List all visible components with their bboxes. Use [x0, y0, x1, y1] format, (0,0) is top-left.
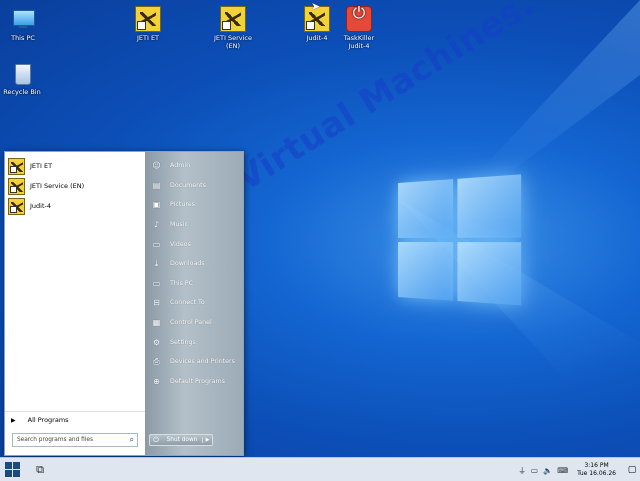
start-item-videos[interactable]: ▭ Videos [145, 234, 243, 254]
start-item-label: Devices and Printers [170, 358, 235, 366]
windows-logo-wallpaper [398, 174, 524, 308]
windows-logo-icon [5, 462, 12, 469]
start-item-control-panel[interactable]: ▦ Control Panel [145, 313, 243, 333]
control-panel-icon: ▦ [152, 318, 161, 328]
pictures-icon: ▣ [152, 200, 161, 210]
desktop-icon-label: TaskKiller Judit-4 [343, 34, 375, 50]
chevron-right-icon[interactable]: ▶ [202, 437, 212, 443]
desktop-icon-recycle-bin[interactable]: Recycle Bin [0, 60, 45, 96]
music-icon: ♪ [153, 220, 160, 230]
desktop-icon-label: This PC [11, 34, 35, 42]
start-item-label: Pictures [170, 201, 195, 209]
network-icon[interactable]: ▭ [531, 466, 538, 475]
video-icon: ▭ [152, 239, 161, 249]
task-view-button[interactable]: ⧉ [33, 463, 47, 477]
user-icon: ☺ [152, 161, 161, 171]
desktop-icon-label: JETI Service (EN) [213, 34, 252, 50]
start-item-connect-to[interactable]: ⊟ Connect To [145, 293, 243, 313]
recycle-bin-icon [9, 60, 35, 86]
start-program-jeti-service[interactable]: JETI Service (EN) [5, 176, 145, 196]
desktop-icon-jeti-service[interactable]: JETI Service (EN) [210, 6, 256, 50]
all-programs-label: All Programs [27, 416, 69, 424]
jeti-app-icon [8, 177, 25, 195]
shutdown-button[interactable]: ⏻ Shut down ▶ [149, 434, 213, 446]
start-item-label: Default Programs [170, 377, 225, 385]
globe-icon: ⊕ [153, 376, 160, 386]
search-input[interactable]: Search programs and files ⌕ [12, 433, 138, 447]
program-label: JETI ET [30, 162, 53, 170]
power-icon: ⏻ [153, 435, 159, 444]
keyboard-icon[interactable]: ⌨ [557, 466, 568, 475]
gear-icon: ⚙ [152, 337, 161, 347]
start-item-label: Documents [170, 181, 206, 189]
jeti-app-icon [8, 157, 25, 175]
start-item-downloads[interactable]: ⤓ Downloads [145, 254, 243, 274]
desktop-icon-label: Recycle Bin [3, 88, 41, 96]
start-menu-places-pane: ☺ Admin ▤ Documents ▣ Pictures ♪ Music ▭… [145, 152, 243, 455]
start-item-music[interactable]: ♪ Music [145, 215, 243, 235]
system-tray: ⏚ ▭ 🔈 ⌨ 3:16 PM Tue 16.06.26 ▢ [518, 458, 640, 481]
start-item-pictures[interactable]: ▣ Pictures [145, 195, 243, 215]
start-item-admin[interactable]: ☺ Admin [145, 156, 243, 176]
start-item-label: Music [170, 221, 188, 229]
desktop-icon-label: Judit-4 [306, 34, 328, 42]
computer-icon: ▭ [152, 278, 161, 288]
desktop-icon-jeti-et[interactable]: JETI ET [125, 6, 171, 42]
start-item-devices-printers[interactable]: ⎙ Devices and Printers [145, 352, 243, 372]
start-item-label: Videos [170, 240, 191, 248]
taskbar: ⧉ ⏚ ▭ 🔈 ⌨ 3:16 PM Tue 16.06.26 ▢ [0, 457, 640, 481]
program-label: JETI Service (EN) [30, 182, 85, 190]
start-item-label: Control Panel [170, 319, 212, 327]
program-label: Judit-4 [30, 202, 51, 210]
notification-icon[interactable]: ▢ [624, 458, 640, 481]
start-item-documents[interactable]: ▤ Documents [145, 176, 243, 196]
start-item-label: Admin [170, 162, 191, 170]
start-program-judit-4[interactable]: Judit-4 [5, 196, 145, 216]
network-icon: ⊟ [153, 298, 160, 308]
start-item-settings[interactable]: ⚙ Settings [145, 332, 243, 352]
start-item-label: This PC [170, 279, 194, 287]
clock-date: Tue 16.06.26 [577, 470, 616, 477]
search-placeholder: Search programs and files [17, 437, 93, 443]
start-menu: JETI ET JETI Service (EN) Judit-4 ▶ All … [4, 151, 244, 456]
start-item-label: Downloads [170, 260, 205, 268]
search-icon: ⌕ [129, 435, 134, 444]
printer-icon: ⎙ [153, 356, 160, 366]
start-item-default-programs[interactable]: ⊕ Default Programs [145, 372, 243, 392]
jeti-app-icon [135, 6, 161, 32]
start-button[interactable] [5, 462, 21, 478]
document-icon: ▤ [152, 180, 161, 190]
start-menu-programs-pane: JETI ET JETI Service (EN) Judit-4 ▶ All … [5, 152, 145, 455]
start-item-label: Connect To [170, 299, 205, 307]
computer-icon [10, 6, 36, 32]
power-icon [346, 6, 372, 32]
start-program-jeti-et[interactable]: JETI ET [5, 156, 145, 176]
desktop-icon-this-pc[interactable]: This PC [0, 6, 46, 42]
desktop-icon-label: JETI ET [136, 34, 160, 42]
mouse-cursor-icon: ➤ [311, 0, 321, 13]
volume-icon[interactable]: 🔈 [543, 466, 552, 475]
start-item-label: Settings [170, 338, 196, 346]
start-item-this-pc[interactable]: ▭ This PC [145, 274, 243, 294]
clock[interactable]: 3:16 PM Tue 16.06.26 [577, 462, 616, 478]
jeti-app-icon [220, 6, 246, 32]
clock-time: 3:16 PM [584, 462, 609, 469]
chevron-right-icon: ▶ [11, 416, 16, 424]
jeti-app-icon [8, 197, 25, 215]
usb-icon[interactable]: ⏚ [518, 465, 526, 476]
shutdown-label: Shut down [166, 437, 198, 443]
desktop-icon-taskkiller[interactable]: TaskKiller Judit-4 [336, 6, 382, 50]
all-programs-button[interactable]: ▶ All Programs [5, 411, 145, 424]
download-icon: ⤓ [154, 258, 159, 268]
